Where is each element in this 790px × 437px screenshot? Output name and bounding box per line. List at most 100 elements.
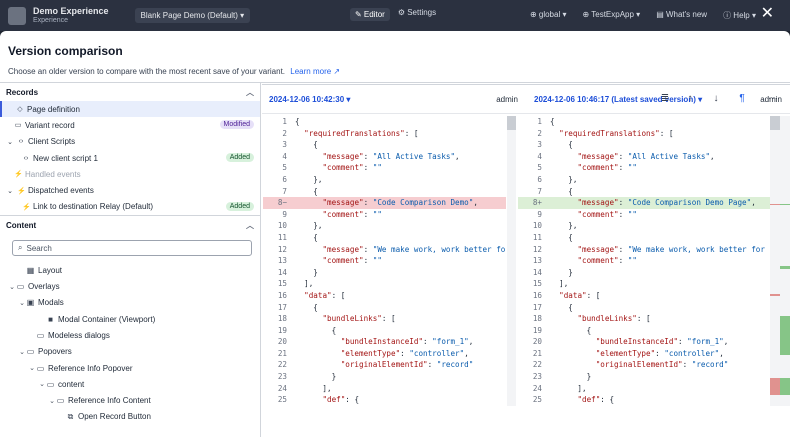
- line-code: }: [295, 372, 337, 382]
- line-number: 1: [282, 117, 287, 126]
- line-code: },: [550, 221, 578, 231]
- code-line: 3 {: [518, 139, 770, 151]
- pilcrow-icon[interactable]: ¶: [736, 93, 748, 104]
- record-item[interactable]: ⌄ ‹› Client Scripts: [0, 134, 260, 150]
- records-header[interactable]: Records ︿: [0, 83, 260, 101]
- tree-item[interactable]: ⧉ Open Record Button: [0, 409, 260, 425]
- chevron-up-icon[interactable]: ︿: [246, 87, 254, 98]
- help-button[interactable]: ⓘ Help ▾: [723, 10, 756, 21]
- line-code: "comment": "": [322, 163, 382, 173]
- record-item[interactable]: ⚡ Handled events: [0, 166, 260, 182]
- line-code: {: [295, 140, 318, 150]
- left-scrollbar[interactable]: [507, 116, 516, 406]
- editor-tab[interactable]: ✎ Editor: [350, 8, 390, 21]
- component-icon: ▦: [26, 265, 35, 275]
- right-code-editor[interactable]: 1{2 "requiredTranslations": [3 {4 "messa…: [518, 116, 770, 406]
- record-item[interactable]: ⚡ Link to destination Relay (Default) Adde…: [0, 199, 260, 215]
- tree-item[interactable]: ▦ Layout: [0, 262, 260, 278]
- component-icon: ▭: [46, 379, 55, 389]
- line-number: 11: [277, 232, 287, 242]
- scroll-thumb[interactable]: [770, 116, 780, 130]
- code-line: 10 },: [518, 220, 770, 232]
- content-header[interactable]: Content ︿: [0, 216, 260, 235]
- tree-item-label: Overlays: [28, 282, 60, 292]
- learn-more-link[interactable]: Learn more ↗: [290, 67, 340, 76]
- line-code: "comment": "": [322, 256, 382, 266]
- app-logo: [8, 6, 26, 25]
- record-item[interactable]: ‹› New client script 1 Added: [0, 150, 260, 166]
- tree-item[interactable]: ■ Modal Container (Viewport): [0, 311, 260, 327]
- line-code: {: [550, 140, 573, 150]
- app-selector[interactable]: ⊕ TestExpApp ▾: [582, 10, 640, 21]
- line-number: 1: [537, 117, 542, 126]
- chevron-down-icon[interactable]: ⌄: [28, 364, 36, 372]
- search-input[interactable]: ⌕ Search: [12, 240, 252, 257]
- whats-new-button[interactable]: ▤ What's new: [656, 10, 707, 21]
- code-line: 23 }: [263, 371, 506, 383]
- arrow-down-icon[interactable]: ↓: [710, 93, 722, 104]
- line-number: 23: [277, 372, 287, 382]
- line-number: 9: [537, 209, 542, 219]
- line-code: },: [295, 221, 323, 231]
- record-item[interactable]: ◇ Page definition: [0, 101, 260, 118]
- line-code: "requiredTranslations": [: [304, 128, 419, 138]
- left-code-editor[interactable]: 1{2 "requiredTranslations": [3 {4 "messa…: [263, 116, 506, 406]
- close-icon[interactable]: ✕: [761, 6, 774, 22]
- line-number: 6: [282, 174, 287, 184]
- app-header: Demo Experience Experience Blank Page De…: [0, 0, 790, 31]
- line-code: ],: [295, 279, 314, 289]
- page-selector[interactable]: Blank Page Demo (Default) ▾: [134, 8, 251, 23]
- list-icon[interactable]: ≣: [659, 93, 671, 104]
- line-code: "message": "All Active Tasks",: [322, 151, 460, 161]
- component-icon: ▭: [36, 330, 45, 340]
- record-item[interactable]: ▭ Variant record Modified: [0, 117, 260, 133]
- line-number: 4: [537, 151, 542, 161]
- settings-tab[interactable]: ⚙ Settings: [398, 8, 436, 21]
- code-line: 20 "bundleInstanceId": "form_1",: [263, 336, 506, 348]
- record-item[interactable]: ⌄ ⚡ Dispatched events: [0, 182, 260, 198]
- chevron-down-icon[interactable]: ⌄: [38, 380, 46, 388]
- tree-item[interactable]: ⌄ ▭ Reference Info Popover: [0, 360, 260, 376]
- diff-marker: [780, 266, 790, 269]
- line-code: "bundleInstanceId": "form_1",: [340, 337, 474, 347]
- code-line: 24 ],: [263, 383, 506, 395]
- tree-item-label: Open Record Button: [78, 412, 151, 422]
- line-number: 2: [537, 128, 542, 138]
- chevron-down-icon[interactable]: ⌄: [6, 138, 14, 146]
- code-line: 11 {: [518, 232, 770, 244]
- brand-subtitle: Experience: [33, 16, 69, 24]
- description-text: Choose an older version to compare with …: [8, 67, 286, 76]
- tree-item-label: Layout: [38, 265, 63, 275]
- code-line: 9 "comment": "": [263, 209, 506, 221]
- chevron-down-icon[interactable]: ⌄: [48, 397, 56, 405]
- line-code: {: [550, 302, 573, 312]
- overview-ruler[interactable]: [770, 116, 790, 406]
- line-code: "message": "We make work, work better fo…: [577, 244, 765, 254]
- content-tree: ▦ Layout ⌄ ▭ Overlays ⌄ ▣ Modals ■ Modal Containe…: [0, 262, 260, 425]
- line-number: 10: [277, 221, 287, 231]
- arrow-up-icon[interactable]: ↑: [684, 93, 696, 104]
- line-code: "bundleLinks": [: [577, 314, 651, 324]
- chevron-down-icon[interactable]: ⌄: [8, 283, 16, 291]
- more-icon[interactable]: ···: [767, 93, 779, 104]
- chevron-down-icon[interactable]: ⌄: [18, 299, 26, 307]
- tree-item[interactable]: ⌄ ▭ content: [0, 376, 260, 392]
- scroll-thumb[interactable]: [507, 116, 516, 130]
- tree-item[interactable]: ⌄ ▭ Reference Info Content: [0, 392, 260, 408]
- chevron-down-icon[interactable]: ⌄: [18, 348, 26, 356]
- status-badge: Added: [225, 152, 254, 162]
- modal-title: Version comparison: [8, 44, 123, 58]
- chevron-down-icon[interactable]: ⌄: [6, 187, 14, 195]
- chevron-up-icon[interactable]: ︿: [246, 220, 254, 231]
- tree-item[interactable]: ⌄ ▭ Popovers: [0, 344, 260, 360]
- tree-item[interactable]: ⌄ ▭ Overlays: [0, 278, 260, 294]
- code-line: 19 {: [263, 325, 506, 337]
- diff-marker: [780, 316, 790, 355]
- inserted-line: 8+ "message": "Code Comparison Demo Page…: [518, 197, 770, 209]
- code-line: 21 "elementType": "controller",: [263, 348, 506, 360]
- tree-item[interactable]: ▭ Modeless dialogs: [0, 327, 260, 343]
- tree-item[interactable]: ⌄ ▣ Modals: [0, 295, 260, 311]
- code-line: 25 "def": {: [518, 394, 770, 406]
- scope-selector[interactable]: ⊕ global ▾: [530, 10, 567, 21]
- line-number: 20: [277, 337, 287, 347]
